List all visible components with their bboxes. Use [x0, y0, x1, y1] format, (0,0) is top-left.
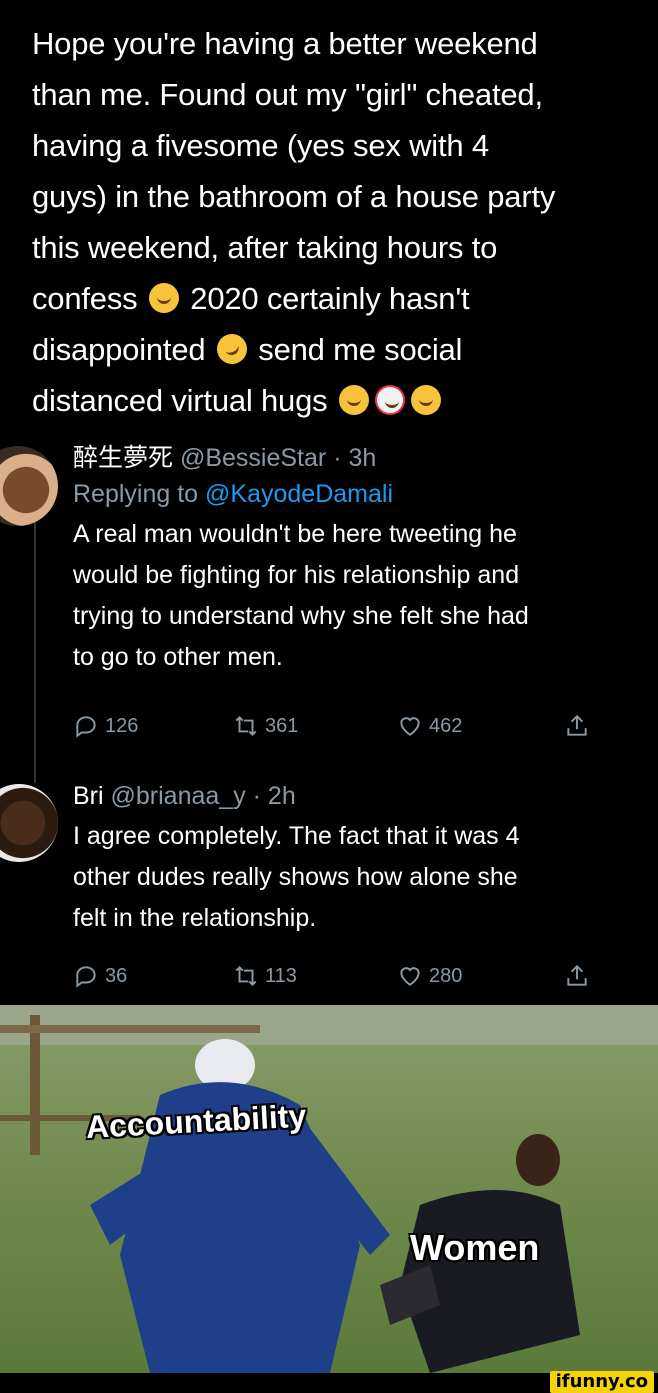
tweet-line: to go to other men.	[73, 643, 283, 671]
tweet-body: I agree completely. The fact that it was…	[73, 816, 658, 939]
like-count: 280	[429, 964, 463, 987]
reply-button[interactable]: 126	[73, 713, 138, 739]
hugging-face-emoji-icon	[338, 385, 369, 415]
retweet-button[interactable]: 361	[233, 713, 298, 739]
main-tweet-line: this weekend, after taking hours to	[32, 230, 498, 265]
like-count: 462	[429, 714, 463, 737]
tweet-line: A real man wouldn't be here tweeting he	[73, 520, 517, 548]
retweet-count: 113	[265, 964, 297, 987]
heart-icon	[400, 717, 420, 736]
tweet-line: felt in the relationship.	[73, 904, 317, 932]
tweet-header: Bri @brianaa_y · 2h	[73, 778, 658, 814]
tweet-header: 醉生夢死 @BessieStar · 3h	[73, 440, 658, 476]
upside-down-face-emoji-icon	[410, 385, 441, 415]
main-tweet-segment: disappointed	[32, 332, 206, 367]
user-handle[interactable]: @BessieStar	[180, 444, 326, 472]
like-button[interactable]: 462	[397, 713, 462, 739]
share-button[interactable]	[564, 713, 590, 739]
tweet-screenshot: Hope you're having a better weekend than…	[0, 0, 658, 1005]
retweet-button[interactable]: 113	[233, 963, 297, 989]
avatar[interactable]	[0, 446, 58, 526]
avatar[interactable]	[0, 784, 58, 862]
main-tweet-line: confess 2020 certainly hasn't	[32, 273, 642, 324]
display-name[interactable]: Bri	[73, 782, 104, 810]
main-tweet-line: having a fivesome (yes sex with 4	[32, 128, 489, 163]
retweet-icon	[235, 715, 257, 737]
hugging-face-emoji-icon	[148, 283, 179, 313]
reply-icon	[76, 716, 96, 738]
reply-count: 126	[105, 714, 139, 737]
meme-caption-bottom: Women	[410, 1227, 540, 1268]
user-handle[interactable]: @brianaa_y	[111, 782, 246, 810]
reply-tweet[interactable]: Bri @brianaa_y · 2h I agree completely. …	[73, 778, 658, 939]
ifunny-watermark: ifunny.co	[549, 1371, 654, 1393]
rolling-on-floor-laughing-emoji-icon	[211, 329, 252, 369]
tweet-timestamp[interactable]: · 2h	[253, 782, 296, 810]
replying-to-handle[interactable]: @KayodeDamali	[205, 480, 393, 508]
retweet-count: 361	[265, 714, 299, 737]
share-icon	[567, 714, 587, 736]
retweet-icon	[235, 965, 257, 987]
main-tweet-line: Hope you're having a better weekend	[32, 26, 538, 61]
tweet-actions: 126 361 462	[73, 713, 658, 743]
main-tweet-segment: send me social	[258, 332, 463, 367]
footer-bar: ifunny.co	[0, 1371, 658, 1393]
tweet-line: would be fighting for his relationship a…	[73, 561, 520, 589]
share-icon	[567, 964, 587, 986]
tweet-actions: 36 113 280	[73, 963, 658, 993]
main-tweet-line: guys) in the bathroom of a house party	[32, 179, 556, 214]
like-button[interactable]: 280	[397, 963, 462, 989]
main-tweet-segment: distanced virtual hugs	[32, 383, 328, 418]
reply-button[interactable]: 36	[73, 963, 127, 989]
main-tweet-line: disappointed send me social	[32, 324, 642, 375]
share-button[interactable]	[564, 963, 590, 989]
meme-image: Accountability Women	[0, 1005, 658, 1373]
main-tweet-segment: 2020 certainly hasn't	[190, 281, 470, 316]
clown-face-emoji-icon	[374, 385, 405, 415]
tweet-timestamp[interactable]: · 3h	[333, 444, 376, 472]
main-tweet-segment: confess	[32, 281, 138, 316]
reply-tweet[interactable]: 醉生夢死 @BessieStar · 3h Replying to @Kayod…	[73, 440, 658, 678]
tweet-line: I agree completely. The fact that it was…	[73, 822, 520, 850]
tweet-line: trying to understand why she felt she ha…	[73, 602, 529, 630]
heart-icon	[400, 967, 420, 986]
replying-to-label: Replying to	[73, 480, 199, 508]
tweet-line: other dudes really shows how alone she	[73, 863, 518, 891]
reply-icon	[76, 966, 96, 988]
tweet-body: A real man wouldn't be here tweeting he …	[73, 514, 658, 678]
thread-connector-line	[34, 515, 36, 783]
main-tweet-line: distanced virtual hugs	[32, 375, 642, 426]
display-name[interactable]: 醉生夢死	[73, 444, 173, 472]
main-tweet-text: Hope you're having a better weekend than…	[32, 18, 642, 426]
meme-photo	[0, 1005, 658, 1373]
reply-count: 36	[105, 964, 128, 987]
main-tweet-line: than me. Found out my "girl" cheated,	[32, 77, 543, 112]
replying-to: Replying to @KayodeDamali	[73, 476, 658, 512]
